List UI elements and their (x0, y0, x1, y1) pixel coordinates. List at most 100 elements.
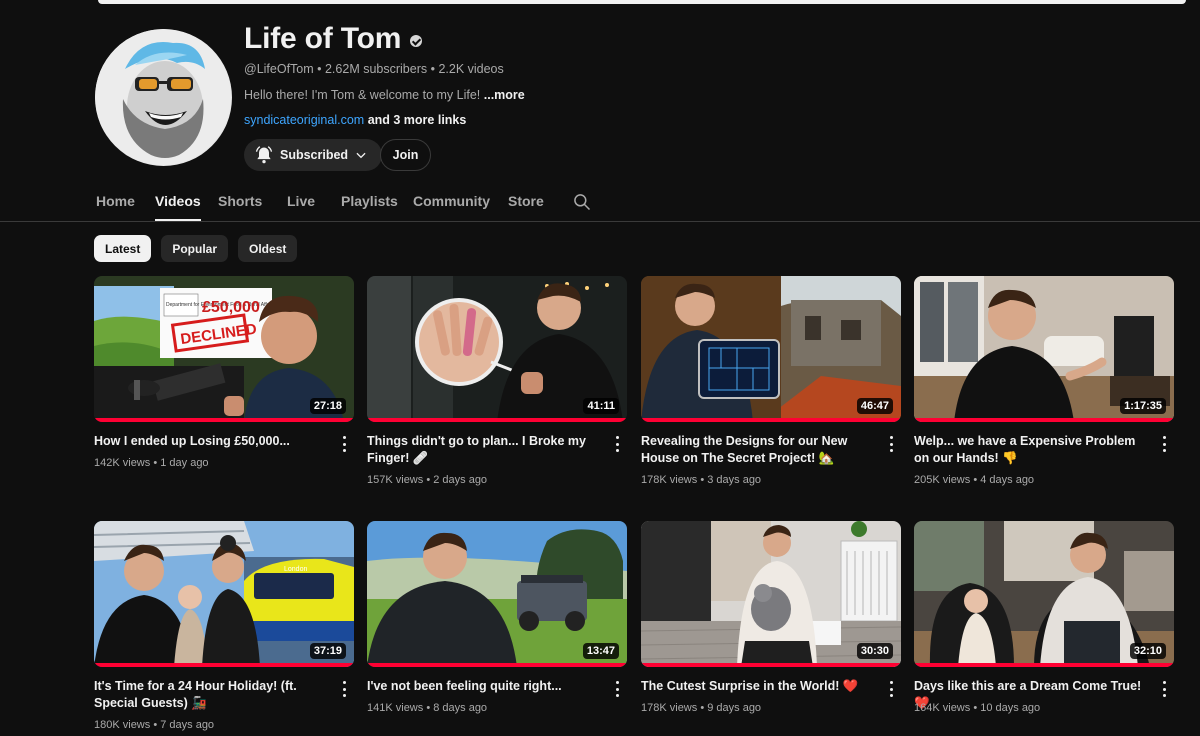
chip-latest[interactable]: Latest (94, 235, 152, 262)
tab-label: Shorts (218, 193, 263, 209)
video-stats: 178K views • 9 days ago (641, 702, 762, 714)
chip-popular[interactable]: Popular (161, 235, 229, 262)
channel-links: syndicateoriginal.com and 3 more links (244, 113, 466, 127)
video-thumbnail[interactable]: 41:11 (367, 276, 627, 422)
watch-progress-bar (367, 418, 627, 422)
tab-shorts[interactable]: Shorts (218, 184, 262, 221)
upload-age: 7 days ago (160, 719, 215, 731)
tab-label: Home (96, 193, 135, 209)
view-count: 178K views (641, 702, 698, 714)
subscriber-count: 2.62M subscribers (324, 62, 428, 76)
watch-progress-bar (641, 418, 901, 422)
tab-videos[interactable]: Videos (155, 184, 201, 221)
tab-playlists[interactable]: Playlists (341, 184, 398, 221)
video-thumbnail[interactable]: Department for Environment Food & Rural … (94, 276, 354, 422)
join-label: Join (392, 148, 419, 162)
watch-progress-bar (94, 663, 354, 667)
top-search-bar-edge (98, 0, 1186, 4)
view-count: 142K views (94, 457, 151, 469)
video-stats: 178K views • 3 days ago (641, 474, 762, 486)
meta-separator: • (427, 62, 439, 76)
channel-handle: @LifeOfTom (244, 62, 314, 76)
view-count: 141K views (367, 702, 424, 714)
chip-oldest[interactable]: Oldest (238, 235, 298, 262)
tabs-divider (0, 221, 1200, 222)
video-card[interactable]: 41:11 Things didn't go to plan... I Brok… (367, 276, 627, 486)
upload-age: 10 days ago (980, 702, 1041, 714)
video-card[interactable]: 1:17:35 Welp... we have a Expensive Prob… (914, 276, 1174, 486)
channel-name-text: Life of Tom (244, 22, 402, 55)
more-vert-icon[interactable] (338, 681, 350, 697)
video-card[interactable]: 32:10 Days like this are a Dream Come Tr… (914, 521, 1174, 736)
subscribed-button[interactable]: Subscribed (244, 139, 383, 171)
more-vert-icon[interactable] (611, 681, 623, 697)
video-thumbnail[interactable]: London 37:19 (94, 521, 354, 667)
channel-search-button[interactable] (572, 192, 592, 212)
chip-label: Latest (105, 241, 141, 256)
video-card[interactable]: London 37:19 It's Time for a 24 Hour Hol… (94, 521, 354, 736)
watch-progress-bar (641, 663, 901, 667)
tab-community[interactable]: Community (413, 184, 490, 221)
search-icon (574, 194, 591, 211)
tab-label: Store (508, 193, 544, 209)
video-card[interactable]: Department for Environment Food & Rural … (94, 276, 354, 476)
upload-age: 1 day ago (160, 457, 209, 469)
channel-description[interactable]: Hello there! I'm Tom & welcome to my Lif… (244, 88, 525, 102)
tab-label: Videos (155, 193, 201, 209)
video-duration: 13:47 (582, 643, 619, 659)
video-stats: 164K views • 10 days ago (914, 702, 1041, 714)
more-vert-icon[interactable] (885, 681, 897, 697)
video-title[interactable]: Welp... we have a Expensive Problem on o… (914, 433, 1144, 467)
tab-live[interactable]: Live (287, 184, 315, 221)
join-button[interactable]: Join (380, 139, 431, 171)
video-duration: 1:17:35 (1120, 398, 1166, 414)
video-stats: 205K views • 4 days ago (914, 474, 1035, 486)
video-duration: 32:10 (1129, 643, 1166, 659)
description-more-link[interactable]: ...more (484, 88, 525, 102)
watch-progress-bar (914, 663, 1174, 667)
video-duration: 27:18 (309, 398, 346, 414)
video-title[interactable]: It's Time for a 24 Hour Holiday! (ft. Sp… (94, 678, 324, 712)
video-stats: 142K views • 1 day ago (94, 457, 209, 469)
channel-name: Life of Tom (244, 22, 423, 56)
view-count: 178K views (641, 474, 698, 486)
upload-age: 2 days ago (433, 474, 488, 486)
chip-label: Oldest (249, 241, 287, 256)
more-links-button[interactable]: and 3 more links (368, 113, 467, 127)
tab-store[interactable]: Store (508, 184, 544, 221)
bell-icon (255, 146, 273, 164)
video-card[interactable]: 46:47 Revealing the Designs for our New … (641, 276, 901, 486)
video-thumbnail[interactable]: 32:10 (914, 521, 1174, 667)
more-vert-icon[interactable] (1158, 436, 1170, 452)
channel-link[interactable]: syndicateoriginal.com (244, 113, 364, 127)
video-duration: 46:47 (856, 398, 893, 414)
view-count: 164K views (914, 702, 971, 714)
video-title[interactable]: Revealing the Designs for our New House … (641, 433, 871, 467)
upload-age: 9 days ago (707, 702, 762, 714)
thumb-train-text: London (284, 566, 307, 573)
video-title[interactable]: How I ended up Losing £50,000... (94, 433, 324, 450)
subscribed-label: Subscribed (280, 148, 349, 162)
more-vert-icon[interactable] (885, 436, 897, 452)
video-card[interactable]: 13:47 I've not been feeling quite right.… (367, 521, 627, 736)
video-duration: 41:11 (583, 398, 619, 414)
view-count: 180K views (94, 719, 151, 731)
more-vert-icon[interactable] (338, 436, 350, 452)
video-duration: 37:19 (309, 643, 346, 659)
channel-avatar[interactable] (95, 29, 232, 166)
watch-progress-bar (914, 418, 1174, 422)
meta-separator: • (313, 62, 325, 76)
video-thumbnail[interactable]: 13:47 (367, 521, 627, 667)
video-thumbnail[interactable]: 30:30 (641, 521, 901, 667)
more-vert-icon[interactable] (1158, 681, 1170, 697)
video-title[interactable]: Things didn't go to plan... I Broke my F… (367, 433, 597, 467)
tab-home[interactable]: Home (96, 184, 135, 221)
video-title[interactable]: The Cutest Surprise in the World! ❤️ (641, 678, 871, 695)
video-thumbnail[interactable]: 46:47 (641, 276, 901, 422)
avatar-image (95, 29, 231, 165)
more-vert-icon[interactable] (611, 436, 623, 452)
video-title[interactable]: I've not been feeling quite right... (367, 678, 597, 695)
video-thumbnail[interactable]: 1:17:35 (914, 276, 1174, 422)
video-card[interactable]: 30:30 The Cutest Surprise in the World! … (641, 521, 901, 736)
watch-progress-bar (367, 663, 627, 667)
